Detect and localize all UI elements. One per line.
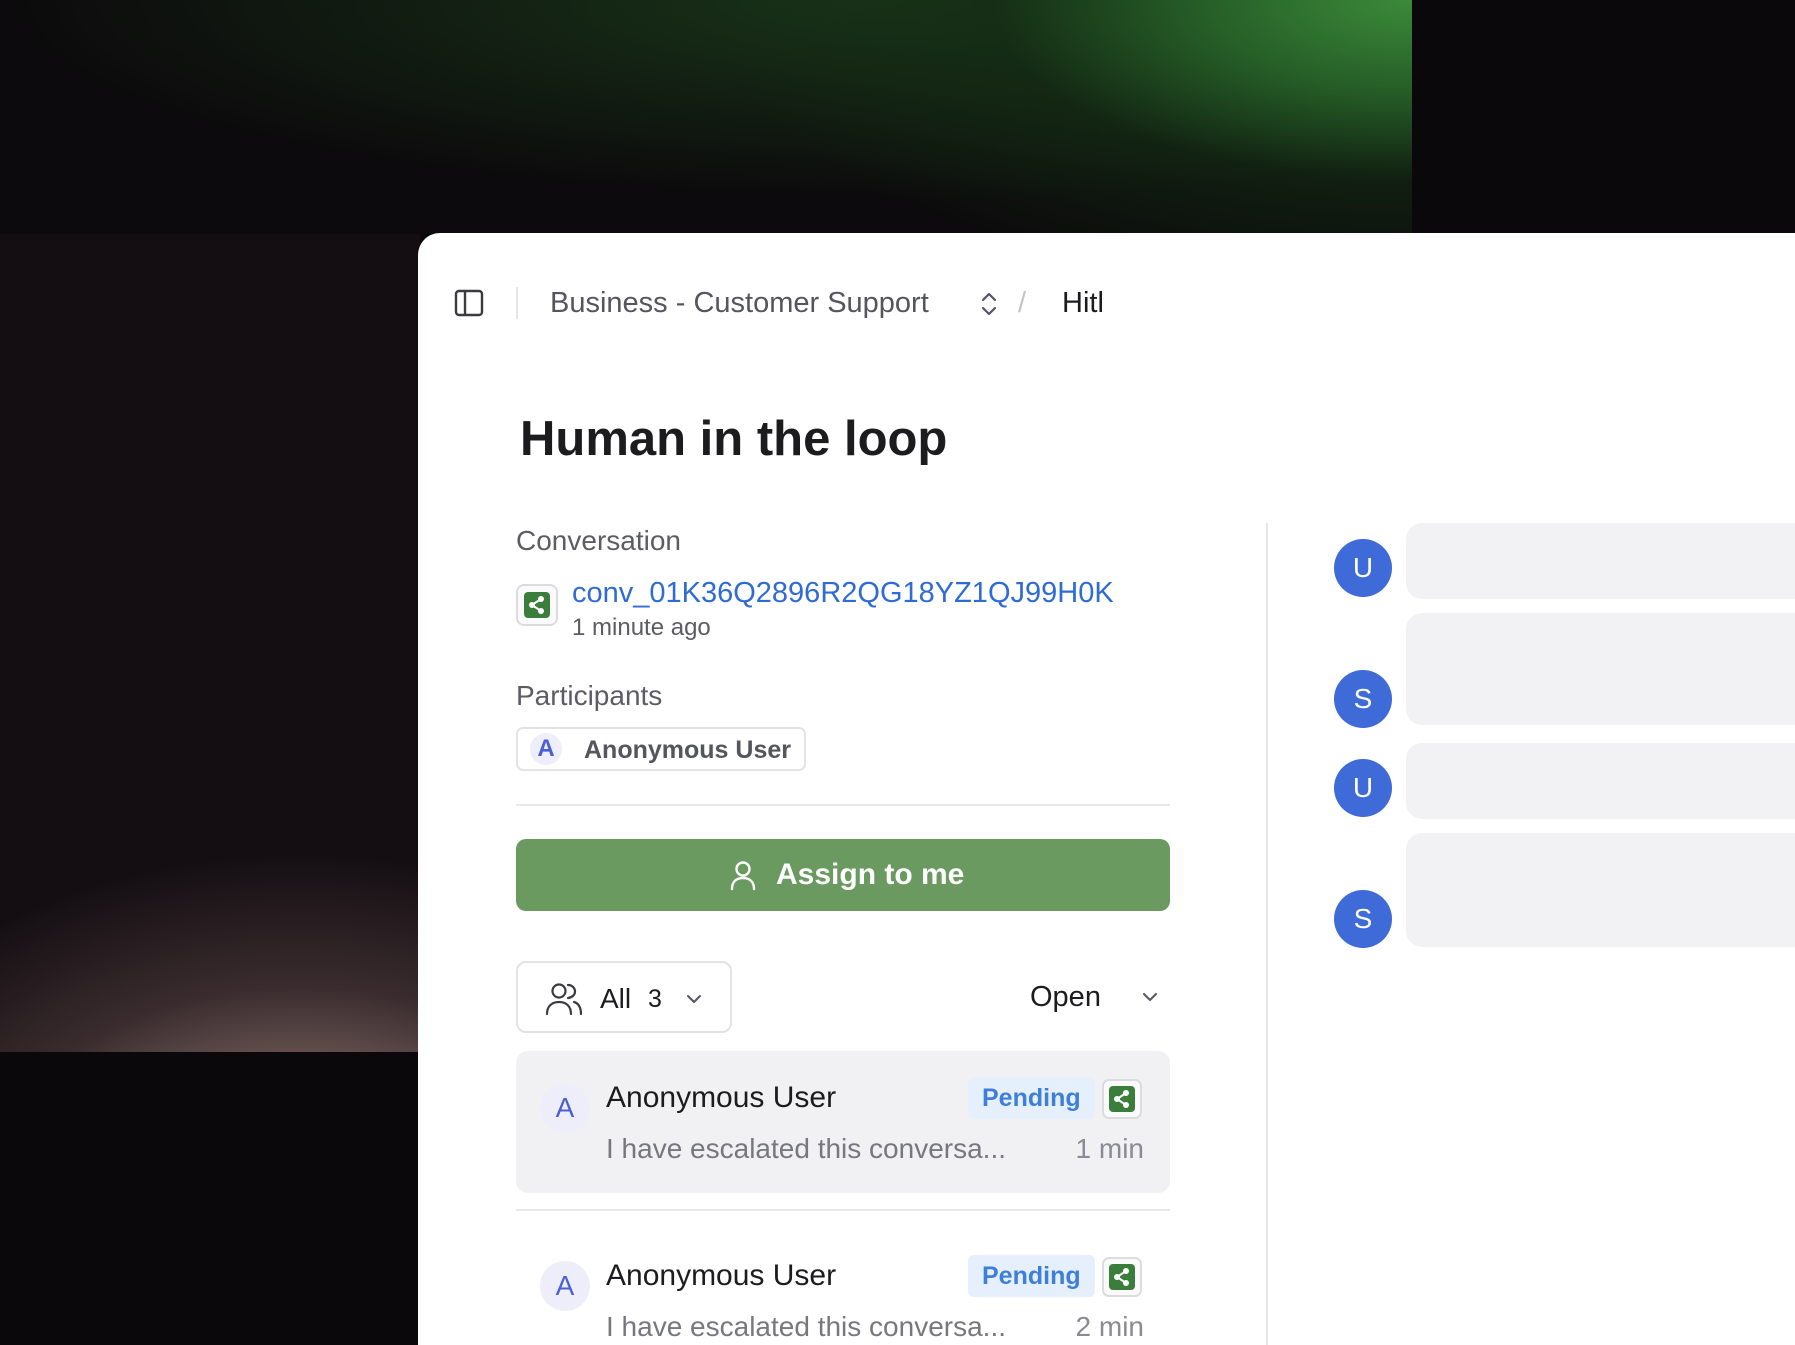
- avatar: A: [530, 733, 562, 765]
- pane-divider: [1266, 523, 1268, 1345]
- avatar: U: [1334, 539, 1392, 597]
- sidebar-toggle-icon[interactable]: [454, 288, 484, 318]
- conversation-share-button[interactable]: [516, 584, 558, 626]
- list-item-name: Anonymous User: [606, 1081, 837, 1114]
- list-item-name: Anonymous User: [606, 1259, 837, 1292]
- header: Business - Customer Support / Hitl: [418, 233, 1795, 373]
- participants-label: Participants: [516, 680, 663, 711]
- assign-to-me-button[interactable]: Assign to me: [516, 839, 1170, 911]
- avatar: A: [540, 1261, 590, 1311]
- conversation-time: 1 minute ago: [572, 614, 711, 641]
- list-item-time: 1 min: [1075, 1133, 1144, 1164]
- status-filter-dropdown[interactable]: Open: [1030, 977, 1170, 1017]
- list-item-share-button[interactable]: [1102, 1257, 1142, 1297]
- avatar: A: [540, 1083, 590, 1133]
- participant-filter-dropdown[interactable]: All 3: [516, 961, 732, 1033]
- avatar: S: [1334, 670, 1392, 728]
- message-bubble: [1406, 523, 1795, 599]
- message-bubble: [1406, 613, 1795, 725]
- avatar: S: [1334, 890, 1392, 948]
- participant-name: Anonymous User: [584, 736, 791, 764]
- message-bubble: [1406, 743, 1795, 819]
- list-item-preview: I have escalated this conversa...: [606, 1311, 1006, 1342]
- breadcrumb-separator: /: [1018, 287, 1027, 319]
- users-icon: [544, 981, 584, 1017]
- list-item-share-button[interactable]: [1102, 1079, 1142, 1119]
- chevron-down-icon: [684, 989, 704, 1009]
- share-icon: [1109, 1086, 1135, 1112]
- org-switcher-label[interactable]: Business - Customer Support: [550, 285, 929, 321]
- background-pink-glow: [0, 234, 420, 1052]
- status-badge: Pending: [968, 1255, 1095, 1297]
- chevron-down-icon: [1140, 987, 1160, 1007]
- header-divider: [516, 287, 518, 319]
- participant-chip[interactable]: A Anonymous User: [516, 727, 806, 771]
- conversation-list-item[interactable]: A Anonymous User Pending I have escalate…: [516, 1229, 1170, 1345]
- filter-label: All: [600, 983, 632, 1014]
- conversation-list-item[interactable]: A Anonymous User Pending I have escalate…: [516, 1051, 1170, 1193]
- status-filter-label: Open: [1030, 981, 1101, 1013]
- share-icon: [524, 592, 550, 618]
- page-title: Human in the loop: [520, 412, 948, 466]
- filter-count: 3: [648, 985, 662, 1013]
- status-badge: Pending: [968, 1077, 1095, 1119]
- user-icon: [728, 859, 758, 891]
- list-item-preview: I have escalated this conversa...: [606, 1133, 1006, 1164]
- share-icon: [1109, 1264, 1135, 1290]
- conversation-label: Conversation: [516, 525, 681, 556]
- conversation-id-link[interactable]: conv_01K36Q2896R2QG18YZ1QJ99H0K: [572, 575, 1114, 611]
- background-green-glow: [0, 0, 1412, 234]
- app-window: Business - Customer Support / Hitl Human…: [418, 233, 1795, 1345]
- divider: [516, 804, 1170, 806]
- divider: [516, 1209, 1170, 1211]
- breadcrumb-current: Hitl: [1062, 287, 1104, 319]
- message-bubble: [1406, 833, 1795, 947]
- assign-button-label: Assign to me: [776, 858, 965, 891]
- avatar: U: [1334, 759, 1392, 817]
- list-item-time: 2 min: [1075, 1311, 1144, 1342]
- chevron-up-down-icon[interactable]: [978, 289, 1000, 319]
